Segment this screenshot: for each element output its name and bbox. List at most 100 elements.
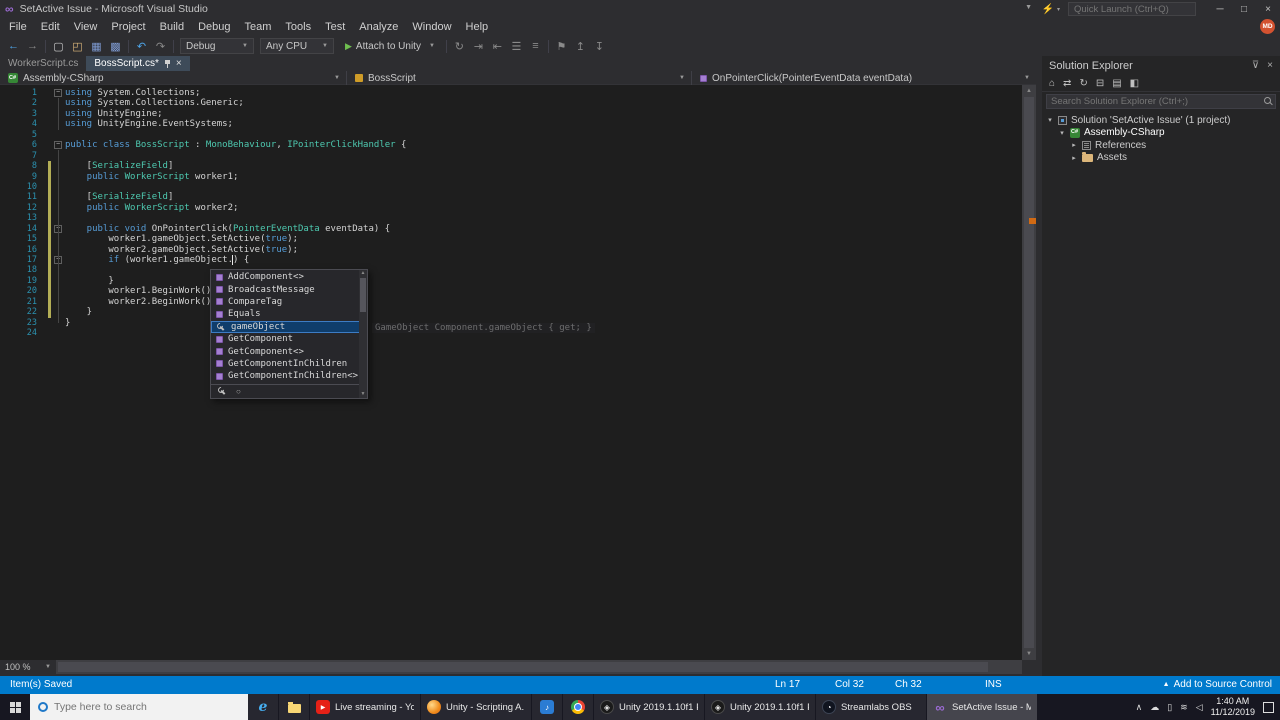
feedback-lightning-icon[interactable]: ⚡ xyxy=(1042,4,1054,15)
completion-item-comparetag[interactable]: CompareTag xyxy=(211,296,367,308)
code-line[interactable]: [SerializeField] xyxy=(65,161,406,171)
maximize-button[interactable]: □ xyxy=(1232,0,1256,18)
outdent-icon[interactable]: ⇤ xyxy=(488,40,507,53)
attach-to-unity-button[interactable]: ▶ Attach to Unity ▼ xyxy=(339,38,441,54)
battery-icon[interactable]: ▯ xyxy=(1167,702,1172,713)
action-center-icon[interactable] xyxy=(1263,701,1274,713)
tree-item-references[interactable]: ▸ References xyxy=(1042,139,1280,152)
network-icon[interactable]: ≋ xyxy=(1180,702,1188,713)
close-tab-icon[interactable]: × xyxy=(176,58,182,69)
tray-expand-icon[interactable]: ∧ xyxy=(1136,702,1143,713)
code-line[interactable]: worker2.gameObject.SetActive(true); xyxy=(65,245,406,255)
menu-tools[interactable]: Tools xyxy=(278,18,318,36)
add-to-source-control-button[interactable]: ▲ Add to Source Control xyxy=(1163,679,1272,690)
completion-item-getcomponent[interactable]: GetComponent xyxy=(211,333,367,345)
solution-platforms-dropdown[interactable]: Any CPU ▼ xyxy=(260,38,334,54)
completion-item-getcomponent[interactable]: GetComponent<> xyxy=(211,345,367,357)
taskbar-app-youtube[interactable]: Live streaming - Yo... xyxy=(310,694,420,720)
code-line[interactable]: public WorkerScript worker2; xyxy=(65,203,406,213)
bookmark-icon[interactable]: ⚑ xyxy=(552,40,571,53)
menu-view[interactable]: View xyxy=(67,18,105,36)
solution-configurations-dropdown[interactable]: Debug ▼ xyxy=(180,38,254,54)
taskbar-app-explorer[interactable] xyxy=(279,694,309,720)
start-button[interactable] xyxy=(0,694,30,720)
taskbar-app-browser[interactable]: Unity - Scripting A... xyxy=(421,694,531,720)
scrollbar-thumb[interactable] xyxy=(360,278,366,312)
completion-item-broadcastmessage[interactable]: BroadcastMessage xyxy=(211,283,367,295)
pin-icon[interactable] xyxy=(164,59,171,68)
menu-test[interactable]: Test xyxy=(318,18,352,36)
tree-item-assembly-csharp[interactable]: ▾ Assembly-CSharp xyxy=(1042,127,1280,140)
user-avatar[interactable]: MD xyxy=(1260,19,1275,34)
step-over-icon[interactable]: ↻ xyxy=(450,40,469,53)
comment-icon[interactable]: ☰ xyxy=(507,40,526,53)
code-line[interactable]: using UnityEngine.EventSystems; xyxy=(65,119,406,129)
scroll-up-icon[interactable]: ▲ xyxy=(359,270,367,277)
menu-team[interactable]: Team xyxy=(238,18,279,36)
close-button[interactable]: × xyxy=(1256,0,1280,18)
taskbar-app-unity[interactable]: Unity 2019.1.10f1 P... xyxy=(705,694,815,720)
menu-debug[interactable]: Debug xyxy=(191,18,237,36)
uncomment-icon[interactable]: ≡ xyxy=(526,40,545,52)
undo-icon[interactable]: ↶ xyxy=(132,40,151,53)
cloud-icon[interactable]: ☁ xyxy=(1150,702,1159,713)
code-line[interactable]: if (worker1.gameObject.) { xyxy=(65,255,406,265)
menu-project[interactable]: Project xyxy=(104,18,152,36)
taskbar-search[interactable] xyxy=(30,694,248,720)
minimize-button[interactable]: ─ xyxy=(1208,0,1232,18)
collapsed-arrow-icon[interactable]: ▸ xyxy=(1070,141,1078,149)
expanded-arrow-icon[interactable]: ▾ xyxy=(1058,129,1066,137)
code-line[interactable] xyxy=(65,151,406,161)
menu-file[interactable]: File xyxy=(2,18,34,36)
tab-bossscript-cs[interactable]: BossScript.cs* × xyxy=(86,56,190,71)
taskbar-app-unity[interactable]: Unity 2019.1.10f1 P... xyxy=(594,694,704,720)
tree-item-assets[interactable]: ▸ Assets xyxy=(1042,152,1280,165)
code-line[interactable]: [SerializeField] xyxy=(65,192,406,202)
collapse-all-icon[interactable]: ⊟ xyxy=(1096,78,1104,89)
pin-icon[interactable]: ⊽ xyxy=(1252,60,1259,71)
code-line[interactable]: public WorkerScript worker1; xyxy=(65,172,406,182)
save-icon[interactable]: ▦ xyxy=(87,40,106,53)
taskbar-app-obs[interactable]: Streamlabs OBS xyxy=(816,694,926,720)
code-line[interactable]: worker1.gameObject.SetActive(true); xyxy=(65,234,406,244)
volume-icon[interactable]: ◁ xyxy=(1196,702,1203,713)
taskbar-clock[interactable]: 1:40 AM 11/12/2019 xyxy=(1211,696,1255,718)
quick-launch-input[interactable] xyxy=(1068,2,1196,16)
tab-workerscript-cs[interactable]: WorkerScript.cs xyxy=(0,56,86,71)
completion-item-addcomponent[interactable]: AddComponent<> xyxy=(211,271,367,283)
code-line[interactable] xyxy=(65,182,406,192)
code-line[interactable]: using System.Collections.Generic; xyxy=(65,98,406,108)
sync-active-document-icon[interactable]: ⇄ xyxy=(1063,78,1071,89)
show-all-files-icon[interactable]: ◧ xyxy=(1130,78,1139,89)
prev-bookmark-icon[interactable]: ↥ xyxy=(571,40,590,53)
editor-vertical-scrollbar[interactable]: ▲ ▼ xyxy=(1022,85,1036,660)
home-icon[interactable]: ⌂ xyxy=(1049,78,1055,89)
code-line[interactable]: using UnityEngine; xyxy=(65,109,406,119)
close-icon[interactable]: × xyxy=(1267,60,1273,71)
project-dropdown[interactable]: Assembly-CSharp ▼ xyxy=(0,71,347,85)
code-editor[interactable]: 1 2 3 4 5 6 7 8 9 10 11 12 13 14 15 16 17 18 19 20 21 22 23 24 … xyxy=(0,85,1022,660)
navigate-forward-icon[interactable]: → xyxy=(23,40,42,52)
next-bookmark-icon[interactable]: ↧ xyxy=(590,40,609,53)
scrollbar-thumb[interactable] xyxy=(1024,97,1034,648)
taskbar-search-input[interactable] xyxy=(54,701,240,713)
scrollbar-thumb[interactable] xyxy=(58,662,988,672)
code-line[interactable] xyxy=(65,213,406,223)
code-line[interactable]: public class BossScript : MonoBehaviour,… xyxy=(65,140,406,150)
solution-explorer-search-input[interactable] xyxy=(1047,96,1262,107)
horizontal-scrollbar-track[interactable] xyxy=(56,660,1022,674)
taskbar-app-media[interactable] xyxy=(532,694,562,720)
menu-help[interactable]: Help xyxy=(459,18,496,36)
filter-toggle-icon[interactable]: ○ xyxy=(236,387,241,396)
menu-window[interactable]: Window xyxy=(405,18,458,36)
collapse-region-icon[interactable]: − xyxy=(54,141,62,150)
open-file-icon[interactable]: ◰ xyxy=(68,40,87,53)
completion-item-getcomponentinchildren[interactable]: GetComponentInChildren xyxy=(211,358,367,370)
new-file-icon[interactable]: ▢ xyxy=(49,40,68,53)
refresh-icon[interactable]: ↻ xyxy=(1079,78,1087,89)
redo-icon[interactable]: ↷ xyxy=(151,40,170,53)
properties-icon[interactable]: ▤ xyxy=(1112,78,1121,89)
code-line[interactable] xyxy=(65,130,406,140)
navigate-backward-icon[interactable]: ← xyxy=(4,40,23,52)
taskbar-app-chrome[interactable] xyxy=(563,694,593,720)
